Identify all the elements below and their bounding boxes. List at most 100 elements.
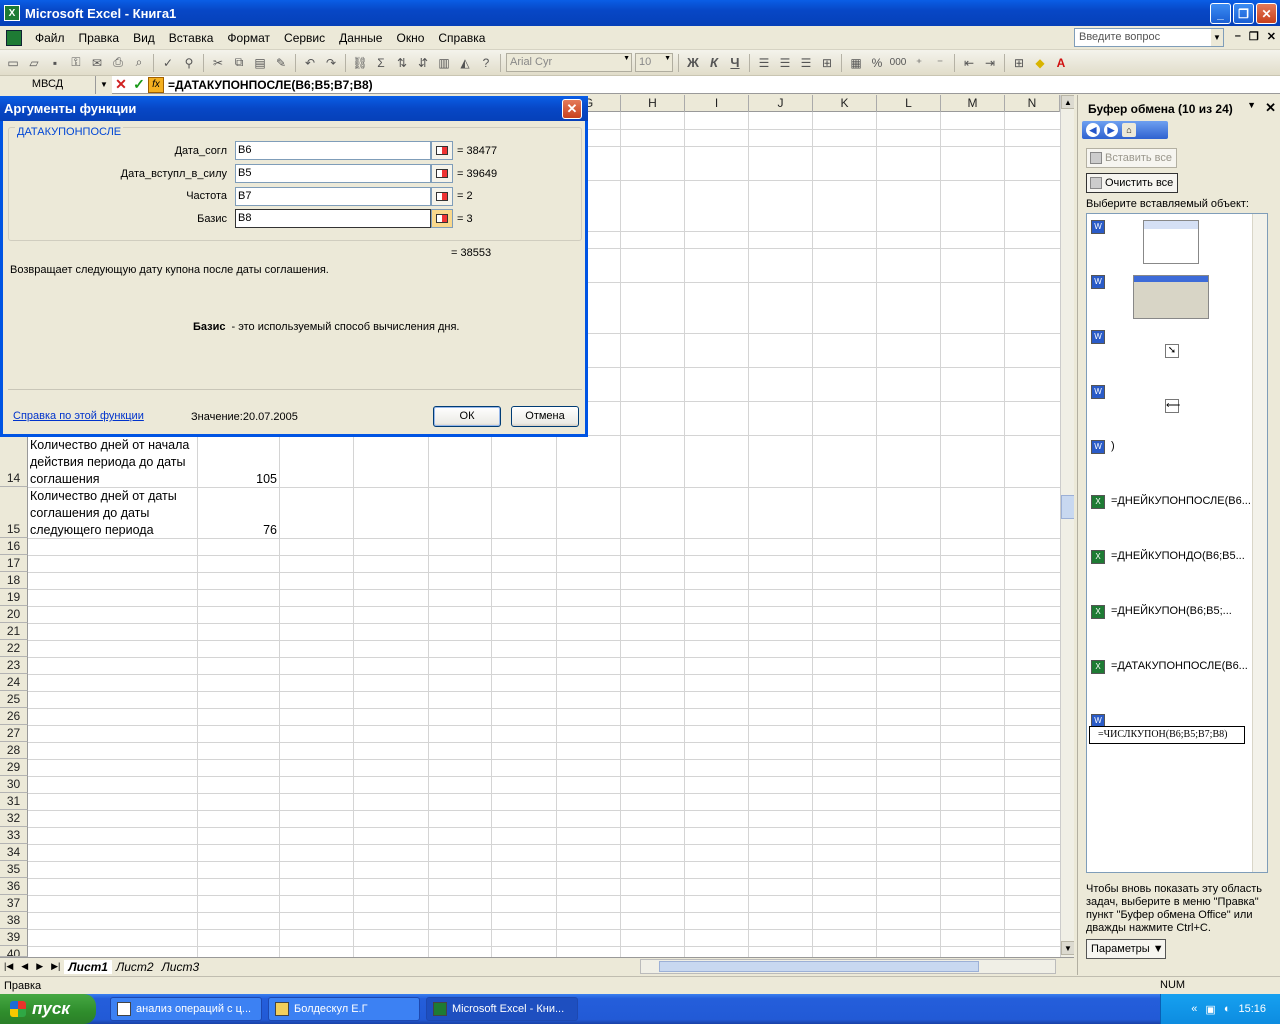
copy-icon[interactable]: ⧉ [230, 54, 248, 72]
scroll-thumb[interactable] [659, 961, 979, 972]
row-header[interactable]: 34 [0, 844, 28, 861]
row-header[interactable]: 32 [0, 810, 28, 827]
row-header[interactable]: 20 [0, 606, 28, 623]
row-header[interactable]: 21 [0, 623, 28, 640]
doc-minimize-button[interactable]: – [1235, 30, 1241, 43]
clipboard-item[interactable]: X =ДАТАКУПОНПОСЛЕ(B6... [1091, 660, 1251, 674]
currency-icon[interactable]: ▦ [847, 54, 865, 72]
font-color-icon[interactable]: A [1052, 54, 1070, 72]
tray-volume-icon[interactable]: ◐ [1224, 1003, 1231, 1015]
open-icon[interactable]: ▱ [25, 54, 43, 72]
italic-button[interactable]: К [705, 54, 723, 72]
scroll-up-icon[interactable]: ▲ [1061, 95, 1074, 109]
document-icon[interactable] [6, 29, 22, 46]
help-link[interactable]: Справка по этой функции [13, 410, 144, 422]
insert-function-icon[interactable]: fx [148, 76, 164, 93]
row-header[interactable]: 37 [0, 895, 28, 912]
clipboard-item[interactable]: X =ДНЕЙКУПОН(B6;B5;... [1091, 605, 1251, 619]
sort-descending-icon[interactable]: ⇵ [414, 54, 432, 72]
clipboard-item[interactable]: W [1091, 385, 1251, 399]
row-header[interactable]: 35 [0, 861, 28, 878]
undo-icon[interactable]: ↶ [301, 54, 319, 72]
collapse-dialog-icon[interactable] [431, 209, 453, 228]
menu-window[interactable]: Окно [389, 31, 431, 45]
name-box[interactable]: МВСД [0, 75, 96, 94]
menu-insert[interactable]: Вставка [162, 31, 221, 45]
row-header[interactable]: 28 [0, 742, 28, 759]
column-header[interactable]: H [621, 95, 685, 112]
increase-indent-icon[interactable]: ⇥ [981, 54, 999, 72]
autosum-icon[interactable]: Σ [372, 54, 390, 72]
font-size-select[interactable]: 10 ▼ [635, 53, 673, 72]
scroll-thumb[interactable] [1061, 495, 1074, 519]
format-painter-icon[interactable]: ✎ [272, 54, 290, 72]
menu-help[interactable]: Справка [431, 31, 492, 45]
research-icon[interactable]: ⚲ [180, 54, 198, 72]
cell-b15[interactable]: 76 [200, 522, 277, 539]
clipboard-item[interactable]: X =ДНЕЙКУПОНПОСЛЕ(B6... [1091, 495, 1251, 509]
row-header[interactable]: 27 [0, 725, 28, 742]
cell-b14[interactable]: 105 [200, 471, 277, 488]
menu-data[interactable]: Данные [332, 31, 389, 45]
formula-input[interactable]: =ДАТАКУПОНПОСЛЕ(B6;B5;B7;B8) [168, 78, 373, 92]
permission-icon[interactable]: ⚿ [67, 54, 85, 72]
row-header[interactable]: 31 [0, 793, 28, 810]
row-header[interactable]: 23 [0, 657, 28, 674]
chevron-down-icon[interactable]: ▼ [96, 75, 112, 94]
restore-button[interactable]: ❐ [1233, 3, 1254, 24]
menu-edit[interactable]: Правка [72, 31, 127, 45]
collapse-dialog-icon[interactable] [431, 164, 453, 183]
close-button[interactable]: ✕ [1256, 3, 1277, 24]
email-icon[interactable]: ✉ [88, 54, 106, 72]
row-header[interactable]: 15 [0, 487, 28, 538]
arg-input-frequency[interactable]: B7 [235, 187, 431, 206]
clipboard-item[interactable]: W) [1091, 440, 1251, 454]
arg-input-settlement[interactable]: B6 [235, 141, 431, 160]
forward-icon[interactable]: ▶ [1104, 123, 1118, 137]
cancel-button[interactable]: Отмена [511, 406, 579, 427]
arg-input-basis[interactable]: B8 [235, 209, 431, 228]
doc-close-button[interactable]: ✕ [1267, 30, 1276, 43]
chevron-down-icon[interactable]: ▼ [1211, 29, 1223, 46]
row-header[interactable]: 30 [0, 776, 28, 793]
row-header[interactable]: 14 [0, 435, 28, 487]
arg-input-maturity[interactable]: B5 [235, 164, 431, 183]
home-icon[interactable]: ⌂ [1122, 123, 1136, 137]
sheet-tab-2[interactable]: Лист2 [112, 960, 158, 974]
vertical-scrollbar[interactable]: ▲ ▼ [1060, 95, 1074, 957]
first-sheet-icon[interactable]: |◀ [0, 961, 17, 972]
menu-tools[interactable]: Сервис [277, 31, 332, 45]
print-preview-icon[interactable]: ⌕ [130, 54, 148, 72]
tray-app-icon[interactable]: ▣ [1205, 1003, 1215, 1016]
row-header[interactable]: 36 [0, 878, 28, 895]
font-name-select[interactable]: Arial Cyr ▼ [506, 53, 632, 72]
align-center-icon[interactable]: ☰ [776, 54, 794, 72]
collapse-dialog-icon[interactable] [431, 187, 453, 206]
row-header[interactable]: 24 [0, 674, 28, 691]
taskbar-item[interactable]: Microsoft Excel - Кни... [426, 997, 578, 1021]
sheet-tab-1[interactable]: Лист1 [64, 959, 112, 974]
help-icon[interactable]: ? [477, 54, 495, 72]
drawing-icon[interactable]: ◭ [456, 54, 474, 72]
list-scrollbar[interactable] [1252, 214, 1267, 872]
close-icon[interactable]: ✕ [1265, 100, 1276, 116]
doc-restore-button[interactable]: ❐ [1249, 30, 1259, 43]
back-icon[interactable]: ◀ [1086, 123, 1100, 137]
column-header[interactable]: K [813, 95, 877, 112]
print-icon[interactable]: ⎙ [109, 54, 127, 72]
row-header[interactable]: 16 [0, 538, 28, 555]
new-icon[interactable]: ▭ [4, 54, 22, 72]
row-header[interactable]: 22 [0, 640, 28, 657]
row-header[interactable]: 40 [0, 946, 28, 957]
scroll-down-icon[interactable]: ▼ [1061, 941, 1074, 955]
decrease-indent-icon[interactable]: ⇤ [960, 54, 978, 72]
prev-sheet-icon[interactable]: ◀ [17, 961, 32, 972]
column-header[interactable]: I [685, 95, 749, 112]
chevron-down-icon[interactable]: ▼ [623, 55, 630, 62]
cell-a14[interactable]: Количество дней от начала действия перио… [30, 437, 189, 488]
decrease-decimal-icon[interactable]: ⁻ [931, 54, 949, 72]
bold-button[interactable]: Ж [684, 54, 702, 72]
spelling-icon[interactable]: ✓ [159, 54, 177, 72]
dialog-close-button[interactable]: ✕ [562, 99, 582, 119]
paste-icon[interactable]: ▤ [251, 54, 269, 72]
